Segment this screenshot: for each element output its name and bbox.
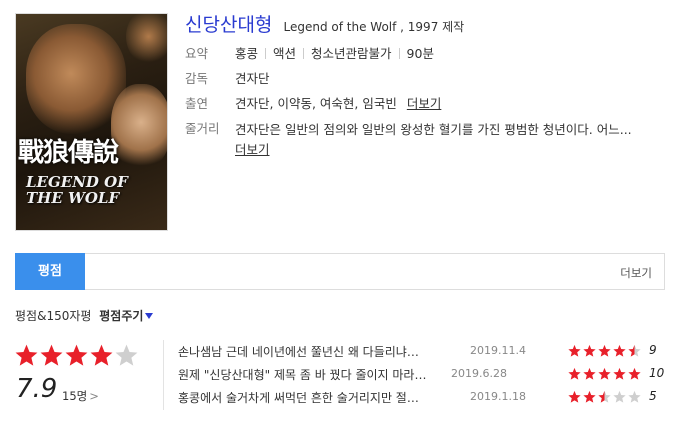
star-filled-icon	[612, 367, 627, 381]
review-score: 9	[649, 343, 657, 357]
rating-count: 15명	[62, 389, 88, 403]
plot-more-link[interactable]: 더보기	[235, 142, 270, 157]
tab-rating[interactable]: 평점	[15, 253, 85, 290]
movie-title[interactable]: 신당산대형	[185, 14, 272, 36]
director-name: 견자단	[235, 71, 270, 86]
poster-face-top	[126, 14, 167, 64]
plot-text-block: 견자단은 일반의 점의와 일반의 왕성한 혈기를 가진 평범한 청년이다. 어느…	[235, 120, 645, 160]
review-stars	[567, 367, 642, 381]
vertical-divider	[163, 340, 164, 410]
review-text[interactable]: 손나샘남 근데 네이년에선 쭐년신 왜 다들리냐…	[178, 343, 456, 360]
review-score: 10	[649, 366, 665, 380]
star-filled-icon	[612, 344, 627, 358]
star-filled-icon	[39, 343, 64, 368]
rating-count-link[interactable]: 15명 >	[62, 388, 99, 404]
star-half-icon	[627, 344, 642, 358]
review-date: 2019.6.28	[451, 367, 507, 380]
star-empty-icon	[114, 343, 139, 368]
summary-label: 요약	[185, 46, 209, 61]
poster-chinese-title: 戰狼傳說	[18, 138, 119, 168]
cast-names: 견자단, 이약동, 여숙현, 임국빈	[235, 96, 397, 111]
cast-more-link[interactable]: 더보기	[407, 96, 442, 111]
give-rating-label: 평점주기	[99, 309, 144, 323]
summary-runtime: 90분	[406, 46, 434, 61]
star-filled-icon	[567, 367, 582, 381]
star-filled-icon	[14, 343, 39, 368]
star-empty-icon	[612, 390, 627, 404]
give-rating-button[interactable]: 평점주기	[99, 309, 154, 323]
poster-english-title: LEGEND OF THE WOLF	[26, 173, 128, 207]
star-filled-icon	[64, 343, 89, 368]
review-stars	[567, 344, 642, 358]
rating-heading: 평점&150자평	[15, 309, 92, 323]
divider	[303, 48, 305, 59]
divider	[398, 48, 400, 59]
average-star-rating	[14, 343, 139, 369]
star-filled-icon	[597, 367, 612, 381]
star-filled-icon	[567, 344, 582, 358]
review-date: 2019.1.18	[470, 390, 526, 403]
star-half-icon	[597, 390, 612, 404]
review-text[interactable]: 원제 "신당산대형" 제목 좀 바 꿨다 줄이지 마라…	[178, 366, 456, 383]
summary-country: 홍콩	[235, 46, 259, 61]
star-empty-icon	[627, 390, 642, 404]
poster-face-woman	[111, 84, 167, 169]
review-score: 5	[649, 389, 657, 403]
cast-values: 견자단, 이약동, 여숙현, 임국빈 더보기	[235, 95, 441, 113]
divider	[265, 48, 267, 59]
plot-text: 견자단은 일반의 점의와 일반의 왕성한 혈기를 가진 평범한 청년이다. 어느…	[235, 122, 632, 137]
star-filled-icon	[582, 367, 597, 381]
summary-values: 홍콩 액션 청소년관람불가 90분	[235, 45, 434, 63]
star-filled-icon	[597, 344, 612, 358]
review-date: 2019.11.4	[470, 344, 526, 357]
star-filled-icon	[627, 367, 642, 381]
cast-label: 출연	[185, 96, 209, 111]
plot-label: 줄거리	[185, 121, 220, 136]
review-item: 홍콩에서 술거차게 써먹던 흔한 술거리지만 절… 2019.1.18 5	[178, 389, 668, 409]
movie-poster[interactable]: 戰狼傳說 LEGEND OF THE WOLF	[15, 13, 168, 231]
review-text[interactable]: 홍콩에서 술거차게 써먹던 흔한 술거리지만 절…	[178, 389, 456, 406]
summary-genre: 액션	[273, 46, 297, 61]
star-filled-icon	[89, 343, 114, 368]
average-score: 7.9	[16, 374, 58, 404]
rating-heading-line: 평점&150자평 평점주기	[15, 307, 154, 324]
review-stars	[567, 390, 642, 404]
star-filled-icon	[567, 390, 582, 404]
star-filled-icon	[582, 390, 597, 404]
title-row: 신당산대형 Legend of the Wolf , 1997 제작	[185, 10, 464, 37]
dropdown-triangle-icon	[145, 313, 154, 319]
review-item: 손나샘남 근데 네이년에선 쭐년신 왜 다들리냐… 2019.11.4 9	[178, 343, 668, 363]
review-item: 원제 "신당산대형" 제목 좀 바 꿨다 줄이지 마라… 2019.6.28 1…	[178, 366, 668, 386]
chevron-right-icon: >	[89, 389, 99, 403]
rating-tab-bar: 평점 더보기	[15, 253, 665, 290]
movie-subtitle: Legend of the Wolf , 1997 제작	[283, 20, 465, 34]
star-filled-icon	[582, 344, 597, 358]
director-label: 감독	[185, 71, 209, 86]
summary-rating: 청소년관람불가	[311, 46, 392, 61]
tab-more-link[interactable]: 더보기	[620, 265, 652, 281]
